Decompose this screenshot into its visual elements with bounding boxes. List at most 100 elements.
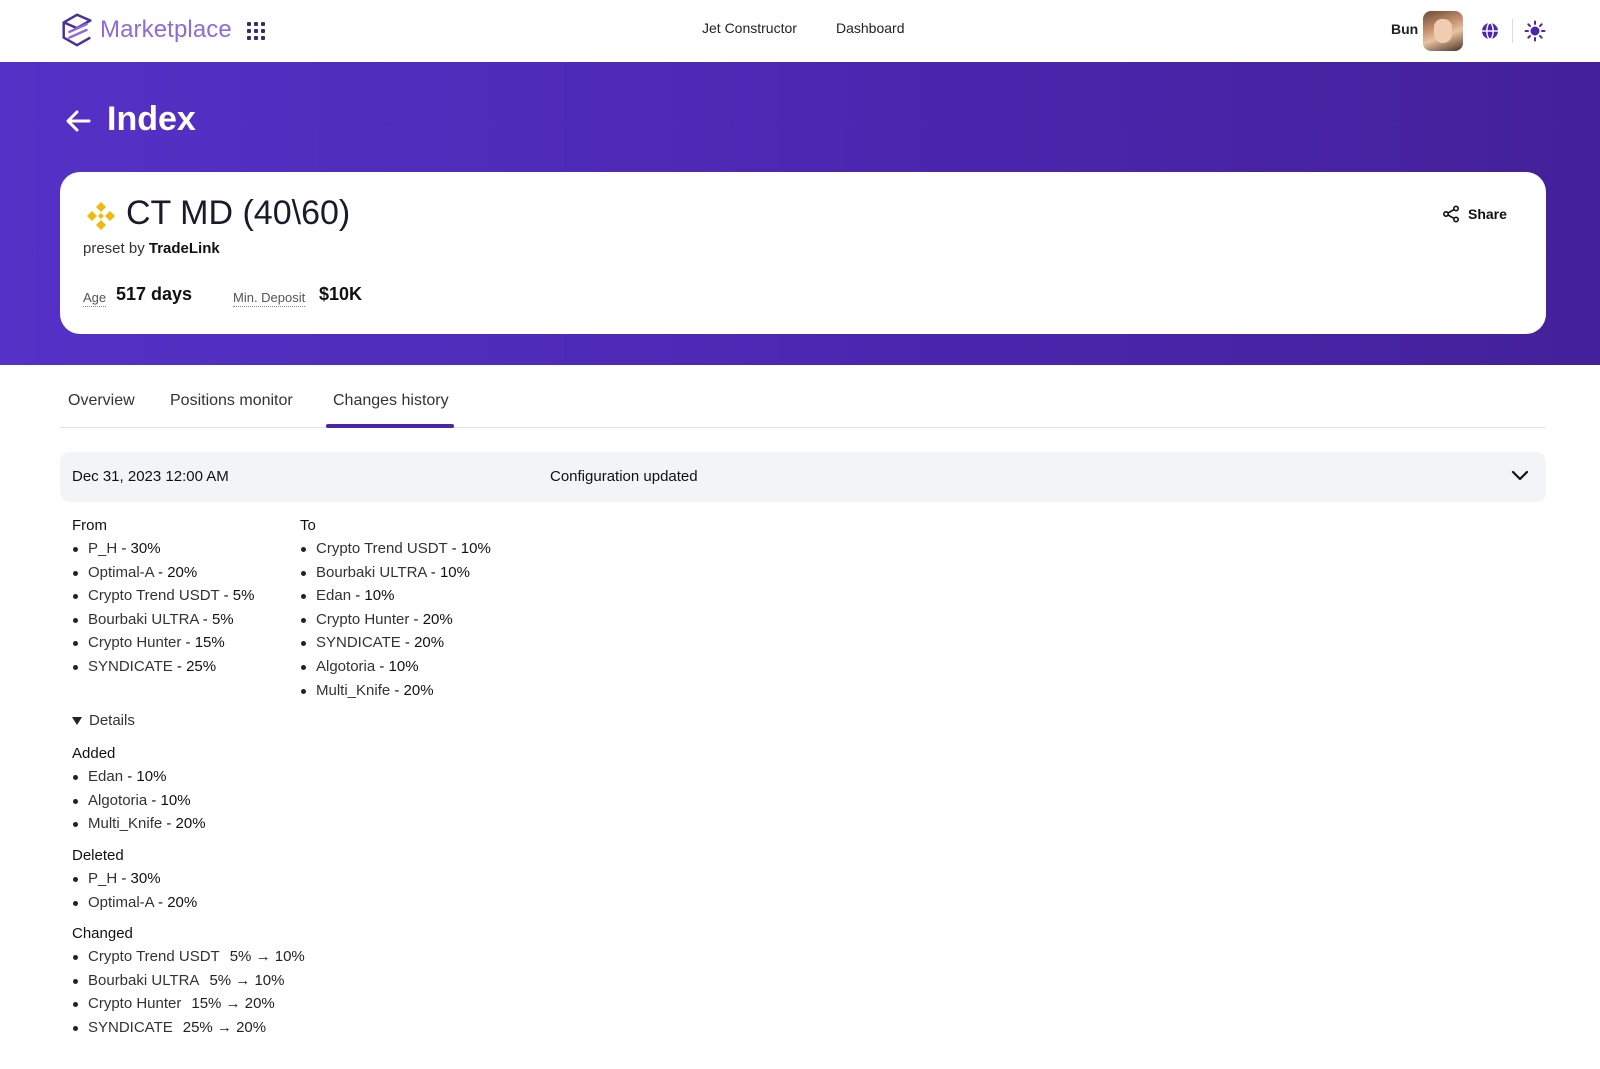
share-button[interactable]: Share: [1442, 202, 1507, 226]
share-label: Share: [1468, 206, 1507, 222]
list-item: Algotoria - 10%: [72, 789, 206, 813]
preset-by-prefix: preset by: [83, 240, 145, 257]
strategy-name: Edan: [316, 587, 352, 605]
avatar[interactable]: [1423, 11, 1463, 51]
separator: -: [390, 681, 404, 699]
separator: -: [123, 768, 137, 785]
strategy-name: Crypto Hunter: [88, 995, 182, 1013]
strategy-name: Crypto Trend USDT: [88, 587, 220, 605]
separator: -: [400, 634, 415, 652]
allocation-change: 25% → 20%: [182, 1018, 267, 1036]
active-tab-indicator: [326, 424, 454, 428]
change-title: Configuration updated: [550, 468, 698, 485]
separator: -: [351, 587, 365, 605]
separator: -: [147, 791, 161, 809]
list-item: Bourbaki ULTRA - 10%: [300, 561, 491, 585]
details-toggle[interactable]: Details: [72, 712, 135, 729]
from-list: P_H - 30% Optimal-A - 20% Crypto Trend USD…: [72, 537, 254, 679]
allocation-percent: 20%: [414, 634, 445, 652]
allocation-change: 5% → 10%: [229, 948, 305, 965]
list-item: SYNDICATE - 20%: [300, 631, 491, 655]
added-list: Edan - 10% Algotoria - 10% Multi_Knife - 2…: [72, 765, 206, 836]
allocation-percent: 10%: [136, 768, 167, 785]
deleted-heading: Deleted: [72, 847, 124, 864]
back-arrow-icon[interactable]: [63, 106, 93, 136]
from-heading: From: [72, 517, 107, 534]
separator: -: [409, 610, 423, 628]
tab-changes-history[interactable]: Changes history: [333, 392, 449, 410]
tab-positions-monitor[interactable]: Positions monitor: [170, 392, 293, 410]
list-item: Crypto Hunter 15% → 20%: [72, 992, 305, 1016]
list-item: Crypto Hunter - 15%: [72, 631, 254, 655]
allocation-percent: 20%: [175, 815, 206, 833]
strategy-name: Crypto Trend USDT: [316, 540, 448, 557]
allocation-percent: 10%: [439, 563, 470, 581]
allocation-percent: 10%: [160, 791, 191, 809]
strategy-name: SYNDICATE: [316, 634, 401, 652]
list-item: Crypto Hunter - 20%: [300, 608, 491, 632]
allocation-percent: 25%: [186, 657, 217, 675]
preset-author[interactable]: TradeLink: [149, 240, 220, 257]
separator: -: [153, 893, 168, 911]
marketplace-logo-icon: [62, 13, 92, 47]
strategy-name: Bourbaki ULTRA: [88, 971, 200, 989]
allocation-percent: 10%: [364, 587, 395, 605]
to-heading: To: [300, 517, 316, 534]
list-item: Crypto Trend USDT 5% → 10%: [72, 945, 305, 969]
separator: -: [426, 563, 440, 581]
age-value: 517 days: [116, 284, 193, 304]
nav-link-dashboard[interactable]: Dashboard: [836, 20, 905, 36]
binance-coin-icon: [87, 202, 115, 230]
allocation-change: 15% → 20%: [191, 995, 275, 1013]
top-bar: Marketplace Jet Constructor Dashboard Bu…: [0, 0, 1600, 62]
separator: -: [181, 634, 195, 652]
strategy-name: Multi_Knife: [88, 815, 163, 833]
strategy-name: Optimal-A: [88, 893, 154, 911]
change-entry-header[interactable]: Dec 31, 2023 12:00 AM Configuration upda…: [60, 452, 1546, 502]
list-item: Optimal-A - 20%: [72, 891, 197, 915]
user-name[interactable]: Bun: [1391, 21, 1418, 37]
list-item: Bourbaki ULTRA 5% → 10%: [72, 969, 305, 993]
apps-grid-icon[interactable]: [247, 22, 265, 40]
details-label: Details: [89, 712, 135, 729]
list-item: P_H - 30%: [72, 867, 197, 891]
strategy-name: P_H: [88, 540, 118, 557]
strategy-name: Bourbaki ULTRA: [88, 610, 199, 628]
tab-overview[interactable]: Overview: [68, 392, 135, 410]
separator: -: [375, 657, 389, 675]
brand-logo[interactable]: Marketplace: [58, 11, 232, 49]
strategy-name: Crypto Hunter: [316, 610, 410, 628]
chevron-down-icon[interactable]: [1511, 469, 1529, 483]
added-heading: Added: [72, 745, 116, 762]
allocation-percent: 15%: [194, 634, 225, 652]
allocation-percent: 10%: [388, 657, 419, 675]
list-item: Algotoria - 10%: [300, 655, 491, 679]
list-item: Optimal-A - 20%: [72, 561, 254, 585]
list-item: SYNDICATE - 25%: [72, 655, 254, 679]
allocation-percent: 5%: [232, 587, 255, 605]
strategy-name: Crypto Hunter: [88, 634, 182, 652]
share-icon: [1442, 205, 1460, 223]
list-item: Multi_Knife - 20%: [72, 812, 206, 836]
strategy-name: Algotoria: [316, 657, 376, 675]
allocation-percent: 20%: [167, 563, 198, 581]
min-deposit-label: Min. Deposit: [233, 290, 306, 307]
strategy-name: Optimal-A: [88, 563, 154, 581]
strategy-name: Algotoria: [88, 791, 148, 809]
to-list: Crypto Trend USDT - 10% Bourbaki ULTRA - …: [300, 537, 491, 702]
list-item: Crypto Trend USDT - 10%: [300, 537, 491, 561]
nav-link-jet-constructor[interactable]: Jet Constructor: [702, 20, 797, 36]
list-item: Multi_Knife - 20%: [300, 679, 491, 703]
changed-heading: Changed: [72, 925, 133, 942]
separator: -: [172, 657, 187, 675]
list-item: Edan - 10%: [300, 584, 491, 608]
separator: -: [447, 540, 461, 557]
separator: -: [162, 815, 176, 833]
caret-down-icon: [72, 716, 82, 725]
globe-icon[interactable]: [1479, 20, 1501, 42]
changed-list: Crypto Trend USDT 5% → 10% Bourbaki ULTRA 5…: [72, 945, 305, 1039]
change-date: Dec 31, 2023 12:00 AM: [72, 468, 229, 485]
topbar-divider: [1512, 19, 1513, 43]
brand-name: Marketplace: [100, 16, 232, 43]
sun-theme-icon[interactable]: [1524, 20, 1546, 42]
